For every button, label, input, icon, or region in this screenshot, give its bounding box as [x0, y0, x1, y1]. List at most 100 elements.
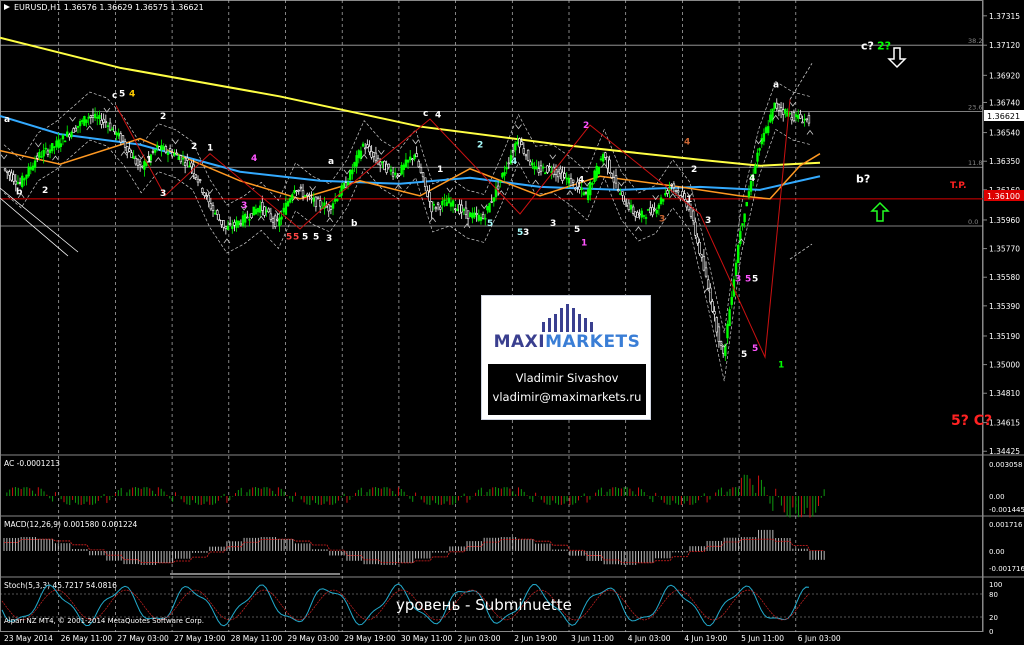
- candle-body: [726, 323, 729, 339]
- candle-body: [100, 120, 103, 125]
- candle-body: [745, 202, 748, 207]
- candle-body: [700, 254, 703, 258]
- candle-body: [773, 102, 776, 109]
- candle-body: [464, 207, 468, 215]
- author-card: Vladimir Sivashov vladimir@maximarkets.r…: [488, 364, 646, 415]
- candle-body: [218, 219, 221, 222]
- wave-label: 1: [207, 144, 213, 154]
- candle-body: [243, 213, 247, 223]
- logo-brand-part1: MAXI: [493, 332, 546, 352]
- candle-body: [807, 115, 811, 124]
- candle-body: [739, 231, 742, 245]
- candle-body: [151, 151, 155, 153]
- candle-body: [318, 200, 322, 207]
- candle-body: [374, 152, 378, 161]
- candle-body: [51, 143, 54, 152]
- candle-body: [419, 167, 423, 173]
- channel-line: [0, 187, 79, 253]
- candle-body: [53, 146, 56, 148]
- down-arrow-icon: [887, 47, 907, 69]
- candle-body: [181, 157, 185, 160]
- candle-body: [106, 125, 110, 127]
- time-tick-label: 27 May 03:00: [117, 634, 169, 643]
- candle-body: [134, 157, 138, 165]
- candle-body: [526, 149, 530, 161]
- candle-body: [333, 198, 337, 202]
- candle-body: [441, 200, 444, 206]
- candle-body: [203, 192, 206, 196]
- wave-label: 3: [705, 216, 711, 226]
- candle-body: [595, 165, 598, 179]
- candle-body: [644, 217, 648, 219]
- candle-body: [361, 143, 365, 147]
- wave-label: 3: [523, 228, 529, 238]
- fractal-down-marker: [669, 193, 677, 199]
- candle-body: [681, 191, 684, 197]
- candle-body: [160, 145, 163, 150]
- candle-body: [278, 217, 281, 227]
- candle-body: [670, 183, 673, 186]
- candle-body: [584, 191, 588, 194]
- maximarkets-logo: MAXIMARKETS Vladimir Sivashov vladimir@m…: [481, 295, 651, 420]
- indicator-tick-label: 0: [989, 628, 993, 636]
- candle-body: [237, 220, 240, 226]
- candle-body: [312, 197, 315, 202]
- candle-body: [314, 196, 318, 208]
- candle-body: [183, 162, 187, 167]
- candle-body: [612, 177, 616, 183]
- candle-body: [284, 202, 288, 215]
- candle-body: [276, 218, 279, 221]
- candle-body: [156, 145, 159, 148]
- current-price-tag: 1.36621: [984, 110, 1024, 121]
- candle-body: [430, 201, 433, 213]
- indicator-tick-label: 20: [989, 614, 998, 622]
- indicator-tick-label: 0.00: [989, 548, 1005, 556]
- candle-body: [61, 134, 65, 140]
- price-tick-label: 1.35390: [989, 302, 1020, 311]
- candle-body: [368, 146, 371, 153]
- candle-body: [171, 152, 174, 157]
- wave-label: 5: [752, 344, 758, 354]
- candle-body: [477, 214, 481, 221]
- author-email: vladimir@maximarkets.ru: [492, 390, 642, 404]
- candle-body: [642, 215, 646, 217]
- candle-body: [471, 212, 474, 219]
- candle-body: [89, 115, 93, 118]
- wave-label: 5: [574, 225, 580, 235]
- candle-body: [201, 188, 204, 193]
- candle-body: [38, 152, 41, 158]
- candle-body: [501, 172, 504, 178]
- fractal-down-marker: [532, 179, 539, 185]
- candle-body: [486, 206, 489, 211]
- candle-body: [355, 155, 358, 167]
- candle-body: [248, 218, 251, 221]
- candle-body: [329, 206, 333, 210]
- fractal-down-marker: [806, 129, 814, 135]
- price-tick-label: 1.35770: [989, 245, 1020, 254]
- indicator-tick-label: -0.001445: [989, 506, 1024, 514]
- wave-label: b: [16, 187, 23, 197]
- candle-body: [241, 215, 245, 226]
- candle-body: [415, 153, 418, 158]
- candle-body: [721, 345, 725, 354]
- candle-body: [222, 220, 225, 228]
- candle-body: [458, 204, 461, 214]
- price-tick-label: 1.36540: [989, 129, 1020, 138]
- chart-bars-icon: [542, 304, 593, 332]
- candle-body: [117, 132, 120, 137]
- candle-body: [23, 178, 26, 181]
- candle-body: [396, 175, 399, 178]
- candle-body: [454, 208, 457, 211]
- candle-body: [271, 218, 275, 223]
- price-tick-label: 1.34425: [989, 447, 1020, 456]
- candle-body: [344, 182, 348, 188]
- candle-body: [256, 208, 260, 213]
- wave-label: 3: [735, 275, 741, 285]
- candle-body: [520, 141, 523, 145]
- candle-body: [301, 190, 305, 198]
- wave-label: 2?: [877, 40, 891, 53]
- wave-label: 4: [684, 138, 690, 148]
- candle-body: [33, 160, 37, 168]
- candle-body: [537, 168, 541, 173]
- candle-body: [336, 198, 339, 202]
